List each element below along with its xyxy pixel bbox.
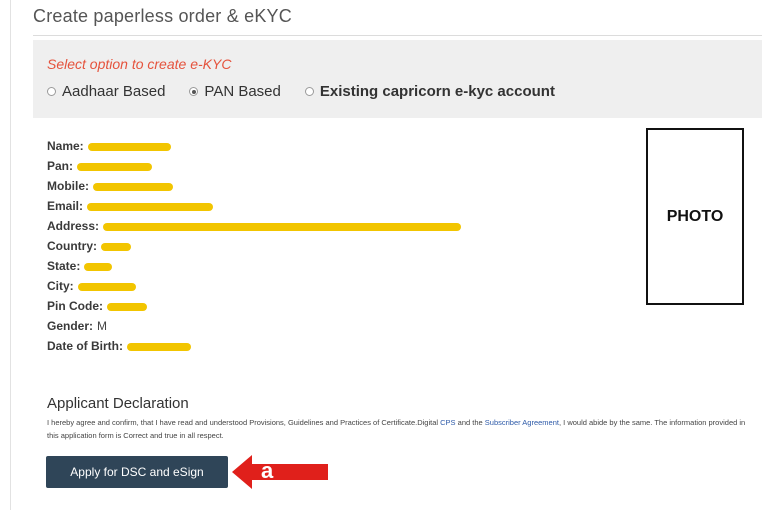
ekyc-option-panel: Select option to create e-KYC Aadhaar Ba…	[33, 40, 762, 118]
declaration-title: Applicant Declaration	[47, 395, 189, 412]
state-label: State:	[47, 259, 81, 273]
radio-pan-based[interactable]: PAN Based	[189, 83, 281, 100]
redacted-value	[103, 223, 462, 231]
apply-dsc-esign-button[interactable]: Apply for DSC and eSign	[46, 456, 228, 488]
pan-label: Pan:	[47, 159, 74, 173]
email-label: Email:	[47, 199, 84, 213]
detail-pan: Pan:	[47, 156, 461, 176]
annotation-marker: a	[261, 458, 274, 483]
declaration-text-part: and the	[455, 418, 485, 427]
detail-state: State:	[47, 256, 461, 276]
redacted-value	[77, 283, 136, 291]
cps-link[interactable]: CPS	[440, 418, 455, 427]
pin-code-label: Pin Code:	[47, 299, 103, 313]
detail-mobile: Mobile:	[47, 176, 461, 196]
radio-label: Aadhaar Based	[62, 83, 166, 100]
name-label: Name:	[47, 139, 84, 153]
photo-label: PHOTO	[666, 207, 724, 225]
declaration-text-part: I hereby agree and confirm, that I have …	[47, 418, 441, 427]
radio-unselected-icon[interactable]	[47, 87, 56, 96]
detail-name: Name:	[47, 136, 461, 156]
detail-pin-code: Pin Code:	[47, 296, 461, 316]
ekyc-option-group: Aadhaar Based PAN Based Existing caprico…	[47, 83, 579, 100]
redacted-value	[101, 243, 131, 251]
redacted-value	[93, 183, 173, 191]
detail-city: City:	[47, 276, 461, 296]
city-label: City:	[47, 279, 74, 293]
detail-address: Address:	[47, 216, 462, 236]
subscriber-agreement-link[interactable]: Subscriber Agreement	[485, 418, 559, 427]
detail-country: Country:	[47, 236, 461, 256]
redacted-value	[84, 263, 113, 271]
mobile-label: Mobile:	[47, 179, 89, 193]
annotation-arrow-icon: a	[232, 455, 328, 489]
redacted-value	[87, 143, 171, 151]
radio-selected-icon[interactable]	[189, 87, 199, 96]
radio-label: PAN Based	[204, 83, 281, 100]
detail-gender: Gender: M	[47, 316, 461, 336]
left-border	[10, 0, 11, 510]
applicant-details: Name: Pan: Mobile: Email: Address: Count…	[47, 136, 462, 356]
radio-existing-account[interactable]: Existing capricorn e-kyc account	[304, 83, 555, 100]
radio-label: Existing capricorn e-kyc account	[319, 83, 555, 100]
title-divider	[33, 35, 762, 36]
redacted-value	[107, 303, 147, 311]
radio-aadhaar-based[interactable]: Aadhaar Based	[47, 83, 165, 100]
gender-value: M	[97, 319, 108, 333]
detail-email: Email:	[47, 196, 461, 216]
gender-label: Gender:	[47, 319, 94, 333]
page-title: Create paperless order & eKYC	[33, 6, 292, 26]
redacted-value	[87, 203, 214, 211]
radio-unselected-icon[interactable]	[304, 87, 314, 96]
detail-dob: Date of Birth:	[47, 336, 461, 356]
photo-placeholder: PHOTO	[646, 128, 744, 305]
redacted-value	[77, 163, 153, 171]
redacted-value	[127, 343, 191, 351]
dob-label: Date of Birth:	[47, 339, 123, 353]
declaration-text: I hereby agree and confirm, that I have …	[47, 416, 747, 442]
option-prompt: Select option to create e-KYC	[47, 56, 232, 72]
address-label: Address:	[47, 219, 100, 233]
country-label: Country:	[47, 239, 97, 253]
